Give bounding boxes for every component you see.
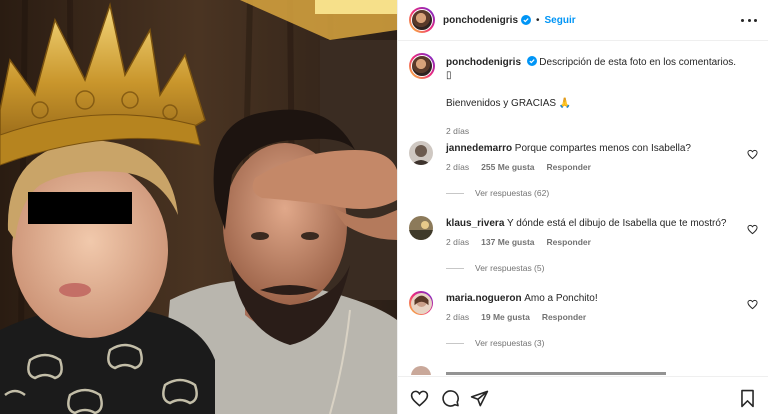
comment-likes[interactable]: 19 Me gusta [481,312,530,322]
comment-text: Y dónde está el dibujo de Isabella que t… [507,218,727,229]
comments-scroll-area[interactable]: ponchodenigris Descripción de esta foto … [398,41,768,375]
view-replies-button[interactable]: Ver respuestas (3) [446,338,544,348]
heart-icon[interactable] [410,389,429,408]
share-icon[interactable] [470,389,489,408]
comment-body: klaus_rivera Y dónde está el dibujo de I… [446,217,736,230]
view-replies-button[interactable]: Ver respuestas (62) [446,188,549,198]
author-avatar[interactable] [409,7,435,33]
heart-icon[interactable] [747,299,758,310]
caption-line-2: Bienvenidos y GRACIAS 🙏 [446,98,572,109]
header-separator: • [536,14,540,26]
comment-item: klaus_rivera Y dónde está el dibujo de I… [409,216,761,286]
post-action-bar [398,376,768,414]
comment-username[interactable]: maria.nogueron [446,293,522,304]
verified-badge-icon [526,56,537,66]
view-replies-button[interactable]: Ver respuestas (5) [446,263,544,273]
caption-username[interactable]: ponchodenigris [446,57,521,68]
commenter-avatar[interactable] [409,141,433,165]
face-censor-bar [28,192,132,224]
view-replies-label: Ver respuestas (3) [475,338,545,348]
comment-time[interactable]: 2 días [446,162,469,172]
comment-likes[interactable]: 137 Me gusta [481,237,534,247]
comment-meta: 2 días 19 Me gusta Responder [446,312,586,322]
comment-username[interactable]: klaus_rivera [446,218,504,229]
author-username[interactable]: ponchodenigris [443,15,518,26]
comment-text: Amo a Ponchito! [524,293,598,304]
caption-timestamp[interactable]: 2 días [446,126,469,136]
photo-illustration [0,0,397,414]
comment-time[interactable]: 2 días [446,237,469,247]
comment-reply-button[interactable]: Responder [547,162,591,172]
comment-body: maria.nogueron Amo a Ponchito! [446,292,736,305]
more-options-icon[interactable] [741,13,757,27]
caption-avatar-image [411,55,433,77]
view-replies-label: Ver respuestas (5) [475,263,545,273]
post-header: ponchodenigris • Seguir [398,0,768,41]
instagram-post-modal: ponchodenigris • Seguir ponchodenigris D… [0,0,768,414]
comment-meta: 2 días 137 Me gusta Responder [446,237,591,247]
post-side-panel: ponchodenigris • Seguir ponchodenigris D… [397,0,768,414]
next-comment-partial [409,366,761,375]
caption-text: Descripción de esta foto en los comentar… [539,57,737,68]
comment-body: jannedemarro Porque compartes menos con … [446,142,736,155]
caption-glyph: ▯ [446,70,452,81]
author-avatar-image [411,9,433,31]
comment-likes[interactable]: 255 Me gusta [481,162,534,172]
caption-author-avatar[interactable] [409,53,435,79]
follow-button[interactable]: Seguir [545,15,576,26]
comment-icon[interactable] [441,389,460,408]
comment-username[interactable]: jannedemarro [446,143,512,154]
verified-badge-icon [521,15,531,25]
replies-divider [446,342,464,344]
comment-item: jannedemarro Porque compartes menos con … [409,141,761,211]
commenter-avatar[interactable] [409,291,433,315]
comment-item: maria.nogueron Amo a Ponchito! 2 días 19… [409,291,761,361]
replies-divider [446,192,464,194]
comment-text: Porque compartes menos con Isabella? [514,143,691,154]
replies-divider [446,267,464,269]
comment-reply-button[interactable]: Responder [547,237,591,247]
view-replies-label: Ver respuestas (62) [475,188,550,198]
comment-time[interactable]: 2 días [446,312,469,322]
comment-reply-button[interactable]: Responder [542,312,586,322]
bookmark-icon[interactable] [738,389,757,408]
commenter-avatar[interactable] [409,216,433,240]
comment-meta: 2 días 255 Me gusta Responder [446,162,591,172]
heart-icon[interactable] [747,149,758,160]
caption-text-block: ponchodenigris Descripción de esta foto … [446,56,756,82]
heart-icon[interactable] [747,224,758,235]
post-photo[interactable] [0,0,397,414]
